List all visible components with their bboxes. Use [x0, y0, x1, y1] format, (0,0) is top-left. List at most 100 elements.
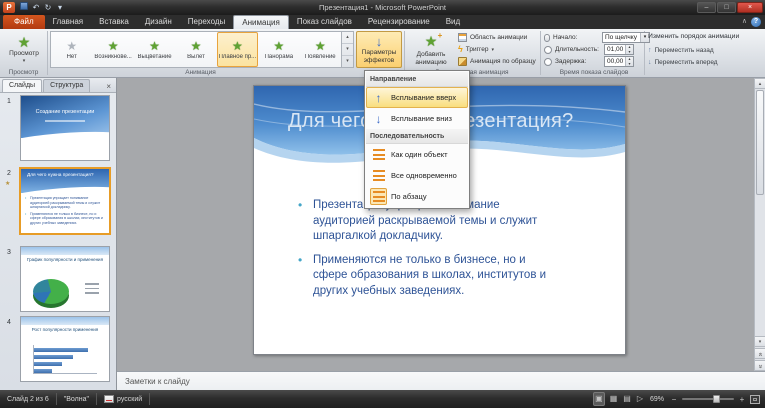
zoom-slider-thumb[interactable]	[713, 395, 721, 403]
move-earlier-button[interactable]: ↑ Переместить назад	[648, 45, 714, 56]
spin-down-icon[interactable]: ▾	[626, 61, 633, 67]
animation-none[interactable]: ★ Нет	[51, 32, 92, 67]
close-panel-icon[interactable]: ×	[101, 82, 116, 92]
tab-view[interactable]: Вид	[438, 15, 468, 29]
duration-input[interactable]: 01,00 ▴ ▾	[604, 44, 634, 55]
redo-icon[interactable]: ↻	[42, 2, 54, 13]
animation-fade[interactable]: ★ Выцветание	[134, 32, 175, 67]
disk-icon	[20, 2, 28, 10]
effect-options-button[interactable]: ↓ Параметры эффектов	[356, 31, 402, 68]
close-button[interactable]: ×	[737, 2, 763, 13]
double-chevron-up-icon: «	[756, 352, 764, 357]
trigger-icon: ϟ	[458, 44, 463, 54]
spellcheck-icon[interactable]	[104, 395, 115, 403]
save-icon[interactable]	[18, 2, 30, 13]
group-label-preview: Просмотр	[8, 69, 39, 76]
float-down-icon: ↓	[375, 111, 382, 126]
animation-label: Появление	[304, 53, 336, 60]
star-icon: ★	[66, 38, 78, 53]
powerpoint-window: P ↶ ↻ ▾ Презентация1 - Microsoft PowerPo…	[0, 0, 765, 408]
slide-thumbnail-3[interactable]: График популярности и применения	[20, 246, 110, 312]
scroll-up-icon[interactable]: ▴	[755, 78, 765, 89]
tab-home[interactable]: Главная	[45, 15, 91, 29]
start-select[interactable]: По щелчку ▾	[602, 32, 650, 43]
gallery-scroll-down-icon[interactable]: ▾	[342, 44, 353, 56]
scrollbar-thumb[interactable]	[756, 90, 764, 195]
zoom-level[interactable]: 69%	[648, 396, 666, 403]
animation-pane-button[interactable]: Область анимации	[458, 32, 527, 43]
slide-thumbnail-2-selected[interactable]: Для чего нужна презентация? Презентация …	[19, 167, 111, 235]
tab-review[interactable]: Рецензирование	[360, 15, 438, 29]
by-paragraph-icon-selected	[370, 188, 387, 205]
tab-insert[interactable]: Вставка	[91, 15, 137, 29]
tab-transitions[interactable]: Переходы	[180, 15, 234, 29]
zoom-out-icon[interactable]: −	[670, 395, 678, 404]
animation-pan[interactable]: ★ Панорама	[258, 32, 299, 67]
tab-slideshow[interactable]: Показ слайдов	[289, 15, 360, 29]
star-icon: ★	[190, 38, 202, 53]
view-reading-button[interactable]: ▤	[622, 393, 632, 405]
trigger-label: Триггер	[465, 46, 489, 53]
minimize-ribbon-icon[interactable]: ∧	[742, 18, 747, 26]
menu-item-float-up[interactable]: ↑ Всплывание вверх	[366, 87, 468, 108]
menu-item-by-paragraph[interactable]: По абзацу	[366, 186, 468, 207]
preview-button[interactable]: ★ Просмотр ▾	[3, 31, 45, 68]
move-later-button[interactable]: ↓ Переместить вперед	[648, 57, 718, 68]
gallery-scroll-up-icon[interactable]: ▴	[342, 32, 353, 44]
maximize-button[interactable]: □	[717, 2, 736, 13]
powerpoint-icon[interactable]: P	[3, 2, 15, 13]
notes-area[interactable]: Заметки к слайду	[117, 371, 765, 390]
view-normal-button[interactable]: ▣	[593, 392, 605, 406]
effect-direction-icon: ↓	[375, 34, 383, 49]
thumb1-title: Создание презентации	[35, 109, 95, 115]
menu-item-as-one-object[interactable]: Как один объект	[366, 144, 468, 165]
delay-value: 00,00	[607, 58, 624, 65]
animation-wipe[interactable]: ★ Появление	[300, 32, 341, 67]
star-icon: ★	[107, 38, 119, 53]
trigger-button[interactable]: ϟ Триггер ▾	[458, 44, 494, 55]
preview-dropdown-icon: ▾	[22, 57, 26, 64]
qat-dropdown-icon[interactable]: ▾	[54, 2, 66, 13]
zoom-slider[interactable]	[682, 395, 734, 403]
animation-float-in-selected[interactable]: ★ Плавное пр...	[216, 32, 259, 67]
delay-input[interactable]: 00,00 ▴ ▾	[604, 56, 634, 67]
zoom-in-icon[interactable]: +	[738, 395, 746, 404]
star-icon: ★	[149, 38, 160, 53]
panel-tab-slides[interactable]: Слайды	[2, 79, 43, 92]
slide-number: 3	[7, 249, 11, 256]
spell-language[interactable]: русский	[97, 393, 151, 405]
animation-fly-in[interactable]: ★ Вылет	[175, 32, 216, 67]
all-at-once-icon	[370, 167, 387, 184]
help-icon[interactable]: ?	[751, 17, 761, 27]
slide-thumbnail-4[interactable]: Рост популярности применения	[20, 316, 110, 382]
gallery-more-icon[interactable]: ▾	[342, 56, 353, 67]
next-slide-button[interactable]: »	[755, 360, 765, 371]
group-label-timing: Время показа слайдов	[559, 69, 629, 76]
tab-file[interactable]: Файл	[3, 15, 45, 29]
scroll-down-icon[interactable]: ▾	[755, 336, 765, 347]
status-bar: Слайд 2 из 6 "Волна" русский ▣ ▦ ▤ ▷ 69%…	[0, 390, 765, 408]
fit-to-window-icon[interactable]	[750, 394, 760, 404]
theme-name[interactable]: "Волна"	[57, 393, 98, 405]
previous-slide-button[interactable]: «	[755, 348, 765, 359]
view-slideshow-button[interactable]: ▷	[636, 393, 644, 405]
undo-icon[interactable]: ↶	[30, 2, 42, 13]
menu-item-all-at-once[interactable]: Все одновременно	[366, 165, 468, 186]
group-label-animation: Анимация	[185, 69, 216, 76]
animation-painter-button[interactable]: Анимация по образцу	[458, 56, 536, 67]
add-animation-button[interactable]: ★ + Добавить анимацию	[408, 31, 454, 68]
slide-thumbnail-1[interactable]: Создание презентации	[20, 95, 110, 161]
panel-tab-outline[interactable]: Структура	[43, 79, 91, 92]
slide-body-placeholder[interactable]: Презентация упрощает понимание аудиторие…	[298, 198, 560, 307]
animation-appear[interactable]: ★ Возникнове...	[92, 32, 133, 67]
view-slide-sorter-button[interactable]: ▦	[609, 393, 619, 405]
vertical-scrollbar[interactable]: ▴ ▾ « »	[754, 78, 765, 371]
spin-down-icon[interactable]: ▾	[626, 49, 633, 55]
double-chevron-down-icon: »	[756, 364, 764, 369]
tab-animations[interactable]: Анимация	[233, 15, 289, 29]
tab-design[interactable]: Дизайн	[137, 15, 180, 29]
menu-item-float-down[interactable]: ↓ Всплывание вниз	[366, 108, 468, 129]
ribbon-tab-bar: Файл Главная Вставка Дизайн Переходы Ани…	[0, 15, 765, 29]
minimize-button[interactable]: –	[697, 2, 716, 13]
thumb3-title: График популярности и применения	[26, 257, 104, 262]
